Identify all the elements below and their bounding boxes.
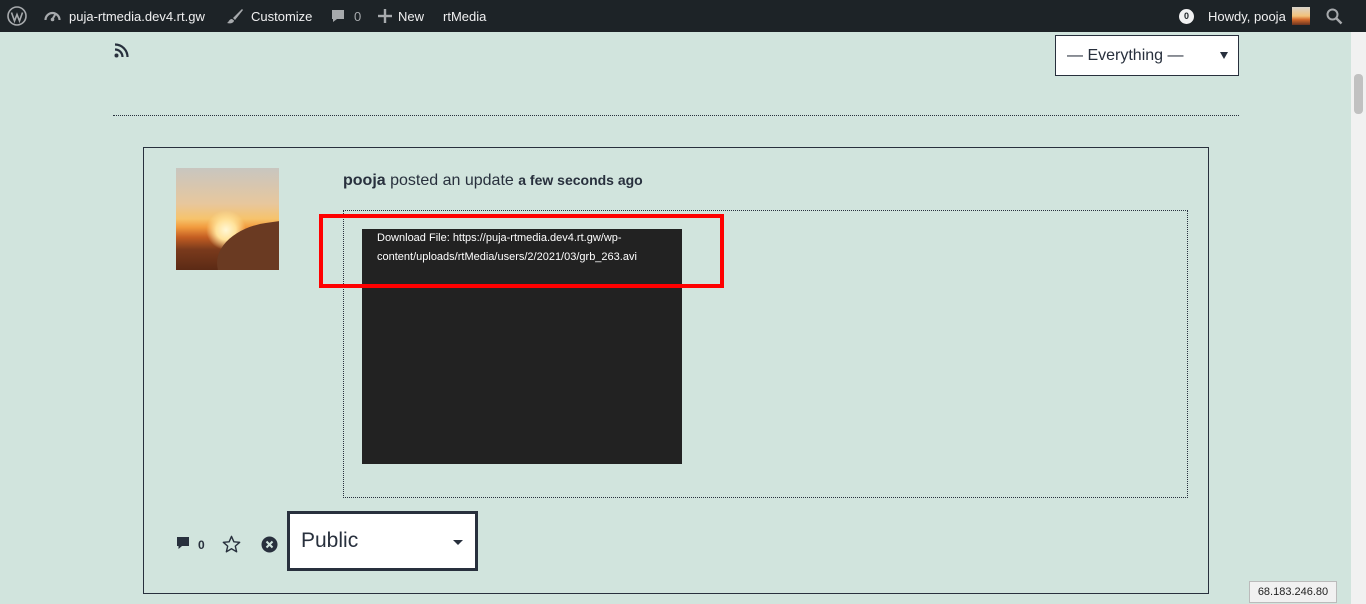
comments-link[interactable]: 0 — [330, 0, 361, 32]
scrollbar-thumb[interactable] — [1354, 74, 1363, 114]
chevron-down-icon — [1220, 52, 1228, 59]
wordpress-logo-icon[interactable] — [7, 0, 27, 32]
notifications-count: 0 — [1179, 8, 1194, 24]
privacy-select-value: Public — [301, 529, 359, 552]
chevron-down-icon — [453, 540, 463, 545]
site-name-link[interactable]: puja-rtmedia.dev4.rt.gw — [44, 0, 205, 32]
comment-button[interactable]: 0 — [176, 536, 205, 553]
new-content-link[interactable]: New — [378, 0, 424, 32]
rtmedia-link[interactable]: rtMedia — [443, 0, 486, 32]
plus-icon — [378, 9, 392, 23]
avatar[interactable] — [176, 168, 279, 270]
divider — [113, 115, 1239, 116]
admin-bar: puja-rtmedia.dev4.rt.gw Customize 0 New … — [0, 0, 1366, 32]
avatar-thumbnail — [1291, 7, 1310, 25]
brush-icon — [226, 7, 244, 25]
notifications-link[interactable]: 0 — [1179, 0, 1194, 32]
new-label: New — [398, 8, 425, 24]
rss-feed-icon[interactable] — [114, 43, 129, 63]
author-link[interactable]: pooja — [343, 172, 386, 189]
comments-count: 0 — [354, 8, 362, 24]
comment-bubble-icon — [330, 8, 346, 24]
howdy-label: Howdy, pooja — [1208, 8, 1286, 24]
activity-action-text: posted an update — [390, 172, 514, 189]
comment-icon — [176, 536, 190, 553]
page-scrollbar[interactable] — [1351, 32, 1366, 604]
customize-label: Customize — [251, 8, 313, 24]
activity-timestamp[interactable]: a few seconds ago — [518, 172, 642, 188]
highlight-annotation — [319, 214, 724, 288]
dashboard-icon — [44, 8, 61, 25]
customize-link[interactable]: Customize — [226, 0, 312, 32]
search-icon[interactable] — [1326, 0, 1343, 32]
rtmedia-label: rtMedia — [443, 8, 487, 24]
favorite-button[interactable] — [222, 535, 241, 559]
ip-address-badge: 68.183.246.80 — [1249, 581, 1337, 603]
my-account-link[interactable]: Howdy, pooja — [1208, 0, 1310, 32]
comment-count: 0 — [198, 537, 205, 552]
activity-filter-select[interactable]: — Everything — — [1055, 35, 1239, 76]
site-name-label: puja-rtmedia.dev4.rt.gw — [69, 8, 205, 24]
delete-button[interactable] — [261, 536, 278, 558]
star-icon — [222, 535, 241, 558]
activity-header: pooja posted an update a few seconds ago — [343, 172, 643, 190]
privacy-select[interactable]: Public — [287, 511, 478, 571]
close-circle-icon — [261, 536, 278, 557]
activity-filter-value: — Everything — — [1067, 46, 1184, 64]
